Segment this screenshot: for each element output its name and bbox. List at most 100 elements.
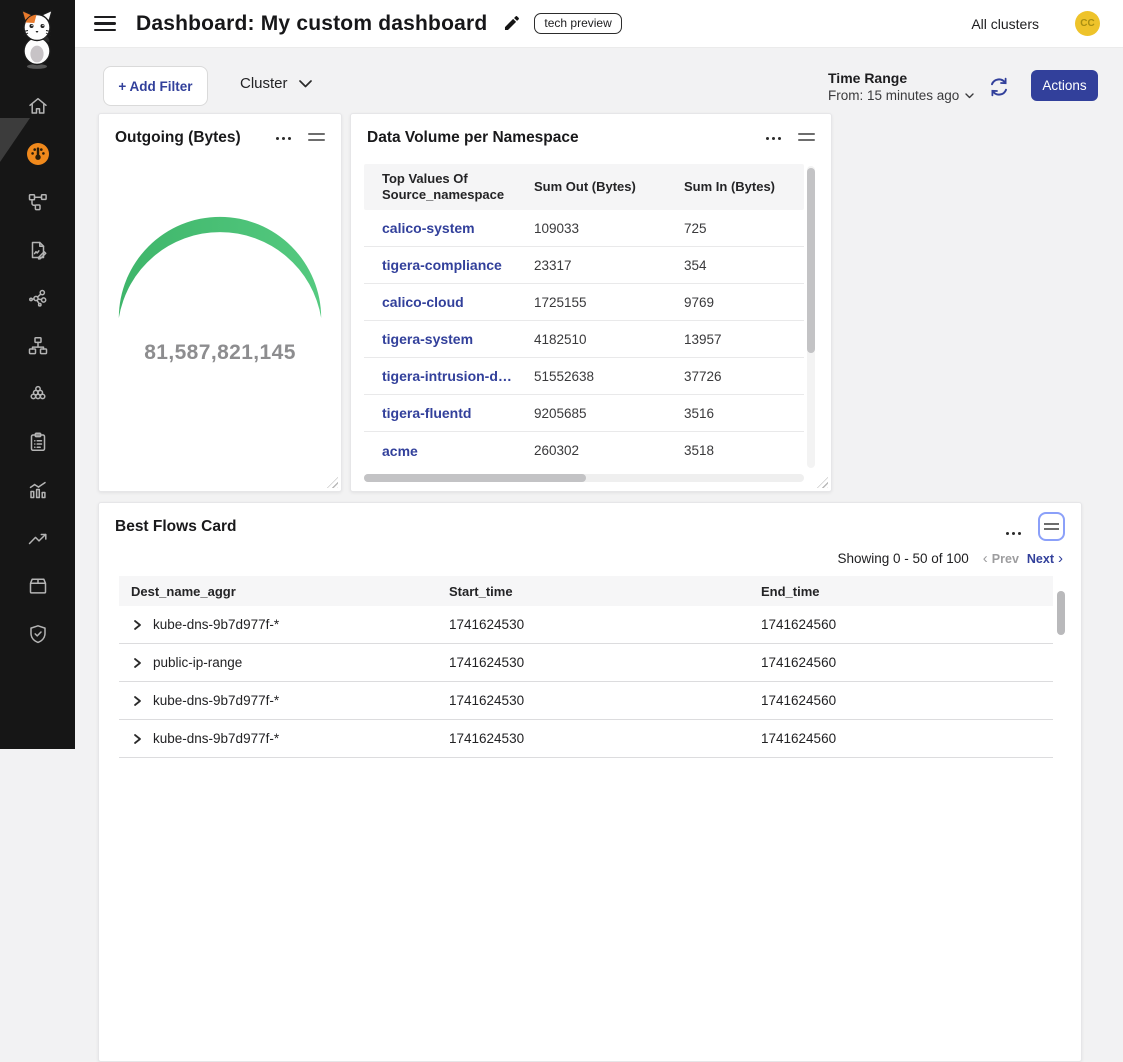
clusters-icon[interactable]: [26, 382, 50, 406]
namespace-link[interactable]: tigera-system: [364, 331, 516, 347]
policies-icon[interactable]: [26, 430, 50, 454]
vertical-scrollbar[interactable]: [807, 166, 815, 468]
sum-in-value: 3516: [666, 406, 804, 421]
sum-out-value: 4182510: [516, 332, 666, 347]
time-range-value: From: 15 minutes ago: [828, 88, 959, 103]
more-options-icon[interactable]: [1006, 525, 1021, 535]
table-row: public-ip-range 1741624530 1741624560: [119, 644, 1053, 682]
namespace-link[interactable]: acme: [364, 443, 516, 459]
next-label: Next: [1027, 552, 1054, 566]
sum-in-value: 354: [666, 258, 804, 273]
start-time: 1741624530: [437, 655, 749, 670]
namespace-link[interactable]: calico-cloud: [364, 294, 516, 310]
end-time: 1741624560: [749, 693, 1053, 708]
flow-logs-icon[interactable]: [26, 238, 50, 262]
trends-icon[interactable]: [26, 526, 50, 550]
tech-preview-badge: tech preview: [534, 13, 621, 34]
sum-out-value: 51552638: [516, 369, 666, 384]
namespace-link[interactable]: calico-system: [364, 220, 516, 236]
column-header[interactable]: Dest_name_aggr: [119, 584, 437, 599]
vertical-scrollbar[interactable]: [1057, 589, 1065, 750]
time-range-label: Time Range: [828, 70, 974, 86]
sum-in-value: 37726: [666, 369, 804, 384]
column-header[interactable]: Sum In (Bytes): [666, 173, 804, 201]
data-volume-card: Data Volume per Namespace Top Values Of …: [350, 113, 832, 492]
add-filter-button[interactable]: + Add Filter: [103, 66, 208, 106]
chevron-left-icon: ‹: [983, 551, 988, 566]
prev-page-button[interactable]: ‹ Prev: [983, 551, 1019, 566]
sum-out-value: 23317: [516, 258, 666, 273]
drag-handle-icon[interactable]: [308, 129, 325, 141]
outgoing-bytes-card: Outgoing (Bytes) 81,587,821,145: [98, 113, 342, 492]
next-page-button[interactable]: Next ›: [1027, 551, 1063, 566]
more-options-icon[interactable]: [276, 130, 291, 140]
gauge-value: 81,587,821,145: [144, 341, 296, 365]
time-range-control: Time Range From: 15 minutes ago: [828, 70, 974, 103]
sum-in-value: 725: [666, 221, 804, 236]
avatar[interactable]: CC: [1075, 11, 1100, 36]
refresh-icon[interactable]: [988, 76, 1010, 98]
card-title: Data Volume per Namespace: [367, 129, 579, 147]
table-row: kube-dns-9b7d977f-* 1741624530 174162456…: [119, 682, 1053, 720]
column-header[interactable]: End_time: [749, 584, 1053, 599]
cluster-filter-dropdown[interactable]: Cluster: [240, 75, 312, 92]
column-header[interactable]: Sum Out (Bytes): [516, 173, 666, 201]
home-icon[interactable]: [26, 94, 50, 118]
sidebar-nav: [0, 94, 75, 646]
showing-range: Showing 0 - 50 of 100: [837, 551, 968, 566]
actions-button[interactable]: Actions: [1031, 70, 1098, 101]
menu-icon[interactable]: [94, 16, 116, 31]
time-range-value-dropdown[interactable]: From: 15 minutes ago: [828, 88, 974, 103]
service-graph-icon[interactable]: [26, 190, 50, 214]
resize-handle[interactable]: [817, 477, 828, 488]
more-options-icon[interactable]: [766, 130, 781, 140]
end-time: 1741624560: [749, 617, 1053, 632]
edit-title-icon[interactable]: [502, 14, 521, 33]
start-time: 1741624530: [437, 731, 749, 746]
namespace-link[interactable]: tigera-compliance: [364, 257, 516, 273]
namespace-table: Top Values Of Source_namespace Sum Out (…: [364, 164, 804, 469]
horizontal-scrollbar[interactable]: [364, 474, 804, 482]
end-time: 1741624560: [749, 731, 1053, 746]
sum-out-value: 260302: [516, 443, 666, 458]
table-row: acme 260302 3518: [364, 432, 804, 469]
dashboards-icon[interactable]: [26, 142, 50, 166]
table-row: calico-cloud 1725155 9769: [364, 284, 804, 321]
table-row: kube-dns-9b7d977f-* 1741624530 174162456…: [119, 720, 1053, 758]
sum-in-value: 9769: [666, 295, 804, 310]
namespace-link[interactable]: tigera-fluentd: [364, 405, 516, 421]
calico-cat-logo[interactable]: [14, 8, 60, 75]
sum-out-value: 109033: [516, 221, 666, 236]
chevron-right-icon: ›: [1058, 551, 1063, 566]
resize-handle[interactable]: [327, 477, 338, 488]
table-row: tigera-system 4182510 13957: [364, 321, 804, 358]
table-header-row: Dest_name_aggr Start_time End_time: [119, 576, 1053, 606]
drag-handle-icon-focused[interactable]: [1038, 512, 1065, 541]
expand-row-icon[interactable]: [131, 733, 143, 745]
table-row: tigera-compliance 23317 354: [364, 247, 804, 284]
expand-row-icon[interactable]: [131, 657, 143, 669]
cluster-filter-label: Cluster: [240, 75, 288, 92]
connections-icon[interactable]: [26, 286, 50, 310]
page-title: Dashboard: My custom dashboard: [136, 12, 487, 36]
flows-table: Dest_name_aggr Start_time End_time kube-…: [119, 576, 1053, 758]
namespace-link[interactable]: tigera-intrusion-d…: [364, 368, 516, 384]
column-header[interactable]: Top Values Of Source_namespace: [364, 165, 516, 210]
network-tree-icon[interactable]: [26, 334, 50, 358]
cluster-scope-selector[interactable]: All clusters: [971, 16, 1039, 32]
table-header-row: Top Values Of Source_namespace Sum Out (…: [364, 164, 804, 210]
statistics-icon[interactable]: [26, 478, 50, 502]
dest-name: kube-dns-9b7d977f-*: [153, 617, 279, 632]
expand-row-icon[interactable]: [131, 695, 143, 707]
top-header: Dashboard: My custom dashboard tech prev…: [75, 0, 1123, 48]
sum-in-value: 13957: [666, 332, 804, 347]
packages-icon[interactable]: [26, 574, 50, 598]
dest-name: kube-dns-9b7d977f-*: [153, 693, 279, 708]
column-header[interactable]: Start_time: [437, 584, 749, 599]
drag-handle-icon[interactable]: [798, 129, 815, 141]
chevron-down-icon: [299, 80, 312, 88]
sum-out-value: 1725155: [516, 295, 666, 310]
dest-name: public-ip-range: [153, 655, 242, 670]
security-icon[interactable]: [26, 622, 50, 646]
expand-row-icon[interactable]: [131, 619, 143, 631]
